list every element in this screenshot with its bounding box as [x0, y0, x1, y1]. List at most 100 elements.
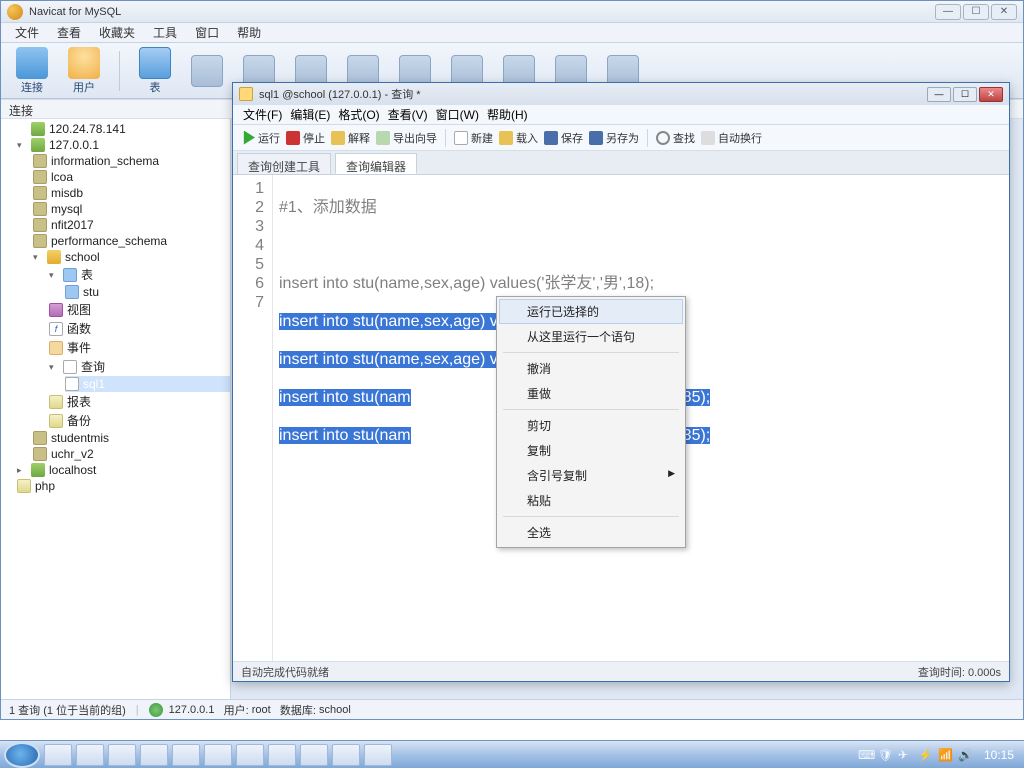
taskbar-item[interactable] — [236, 744, 264, 766]
ctx-copy-quoted[interactable]: 含引号复制▶ — [499, 463, 683, 488]
tray-icon[interactable]: ⚡ — [918, 748, 932, 762]
ctx-run-statement[interactable]: 从这里运行一个语句 — [499, 324, 683, 349]
server-remote[interactable]: 120.24.78.141 — [17, 121, 230, 137]
qmenu-view[interactable]: 查看(V) — [388, 106, 428, 123]
editor-context-menu: 运行已选择的 从这里运行一个语句 撤消 重做 剪切 复制 含引号复制▶ 粘贴 全… — [496, 296, 686, 548]
db-lcoa[interactable]: lcoa — [33, 169, 230, 185]
db-school[interactable]: ▾school — [33, 249, 230, 265]
save-button[interactable]: 保存 — [544, 130, 583, 146]
minimize-button[interactable]: — — [935, 4, 961, 20]
event-icon — [49, 341, 63, 355]
status-user-label: 用户: — [224, 702, 249, 718]
toolbar-user[interactable]: 用户 — [61, 47, 107, 95]
ctx-separator — [503, 516, 679, 517]
close-button[interactable]: ✕ — [991, 4, 1017, 20]
toolbar-table[interactable]: 表 — [132, 47, 178, 95]
query-window-icon — [239, 87, 253, 101]
tab-editor[interactable]: 查询编辑器 — [335, 153, 417, 174]
menu-file[interactable]: 文件 — [15, 24, 39, 41]
db-nfit2017[interactable]: nfit2017 — [33, 217, 230, 233]
taskbar-item[interactable] — [268, 744, 296, 766]
node-queries[interactable]: ▾查询 — [49, 357, 230, 376]
query-status-time: 查询时间: 0.000s — [918, 664, 1001, 680]
taskbar-item[interactable] — [108, 744, 136, 766]
status-db-label: 数据库: — [280, 702, 316, 718]
qmenu-format[interactable]: 格式(O) — [338, 106, 379, 123]
node-tables[interactable]: ▾表 — [49, 265, 230, 284]
node-reports[interactable]: 报表 — [49, 392, 230, 411]
tab-builder[interactable]: 查询创建工具 — [237, 153, 331, 174]
stop-button[interactable]: 停止 — [286, 130, 325, 146]
db-information-schema[interactable]: information_schema — [33, 153, 230, 169]
toolbar-separator — [119, 51, 120, 91]
ctx-copy[interactable]: 复制 — [499, 438, 683, 463]
line-gutter: 1234567 — [233, 175, 273, 661]
query-close-button[interactable]: ✕ — [979, 87, 1003, 102]
toolbar-connect[interactable]: 连接 — [9, 47, 55, 95]
qmenu-file[interactable]: 文件(F) — [243, 106, 282, 123]
query-maximize-button[interactable]: ☐ — [953, 87, 977, 102]
export-button[interactable]: 导出向导 — [376, 130, 437, 146]
server-php[interactable]: php — [17, 478, 230, 494]
taskbar-item[interactable] — [364, 744, 392, 766]
menu-tools[interactable]: 工具 — [153, 24, 177, 41]
ctx-select-all[interactable]: 全选 — [499, 520, 683, 545]
taskbar-item[interactable] — [300, 744, 328, 766]
menu-help[interactable]: 帮助 — [237, 24, 261, 41]
tray-volume-icon[interactable]: 🔊 — [958, 748, 972, 762]
start-button[interactable] — [4, 742, 40, 768]
find-button[interactable]: 查找 — [656, 130, 695, 146]
tray-icon[interactable]: 📶 — [938, 748, 952, 762]
wrap-button[interactable]: 自动换行 — [701, 130, 762, 146]
connection-tree[interactable]: 120.24.78.141 ▾127.0.0.1 information_sch… — [1, 119, 231, 699]
ctx-paste[interactable]: 粘贴 — [499, 488, 683, 513]
query-window-title: sql1 @school (127.0.0.1) - 查询 * — [259, 86, 927, 102]
query-minimize-button[interactable]: — — [927, 87, 951, 102]
saveas-button[interactable]: 另存为 — [589, 130, 639, 146]
query-icon — [65, 377, 79, 391]
taskbar-item[interactable] — [204, 744, 232, 766]
taskbar-item[interactable] — [332, 744, 360, 766]
view-icon — [49, 303, 63, 317]
ctx-redo[interactable]: 重做 — [499, 381, 683, 406]
db-uchr-v2[interactable]: uchr_v2 — [33, 446, 230, 462]
qmenu-help[interactable]: 帮助(H) — [487, 106, 528, 123]
ctx-run-selected[interactable]: 运行已选择的 — [499, 299, 683, 324]
new-button[interactable]: 新建 — [454, 130, 493, 146]
qmenu-edit[interactable]: 编辑(E) — [290, 106, 330, 123]
menu-view[interactable]: 查看 — [57, 24, 81, 41]
ctx-undo[interactable]: 撤消 — [499, 356, 683, 381]
taskbar-item[interactable] — [44, 744, 72, 766]
taskbar-item[interactable] — [140, 744, 168, 766]
db-mysql[interactable]: mysql — [33, 201, 230, 217]
taskbar-clock[interactable]: 10:15 — [978, 748, 1020, 762]
menu-window[interactable]: 窗口 — [195, 24, 219, 41]
query-sql1[interactable]: sql1 — [65, 376, 230, 392]
tray-icon[interactable]: 🛡 — [878, 748, 892, 762]
taskbar-item[interactable] — [172, 744, 200, 766]
node-functions[interactable]: f函数 — [49, 319, 230, 338]
db-misdb[interactable]: misdb — [33, 185, 230, 201]
connection-status-icon — [149, 703, 163, 717]
qmenu-window[interactable]: 窗口(W) — [436, 106, 479, 123]
query-title-bar[interactable]: sql1 @school (127.0.0.1) - 查询 * — ☐ ✕ — [233, 83, 1009, 105]
table-stu[interactable]: stu — [65, 284, 230, 300]
server-localhost[interactable]: ▸localhost — [17, 462, 230, 478]
explain-button[interactable]: 解释 — [331, 130, 370, 146]
ctx-cut[interactable]: 剪切 — [499, 413, 683, 438]
load-button[interactable]: 载入 — [499, 130, 538, 146]
server-local[interactable]: ▾127.0.0.1 — [17, 137, 230, 153]
taskbar-item[interactable] — [76, 744, 104, 766]
tray-icon[interactable]: ⌨ — [858, 748, 872, 762]
menu-favorites[interactable]: 收藏夹 — [99, 24, 135, 41]
run-button[interactable]: 运行 — [241, 130, 280, 146]
node-backup[interactable]: 备份 — [49, 411, 230, 430]
node-views[interactable]: 视图 — [49, 300, 230, 319]
toolbar-btn-4[interactable] — [184, 55, 230, 87]
node-events[interactable]: 事件 — [49, 338, 230, 357]
report-icon — [49, 395, 63, 409]
tray-icon[interactable]: ✈ — [898, 748, 912, 762]
maximize-button[interactable]: ☐ — [963, 4, 989, 20]
db-performance-schema[interactable]: performance_schema — [33, 233, 230, 249]
db-studentmis[interactable]: studentmis — [33, 430, 230, 446]
